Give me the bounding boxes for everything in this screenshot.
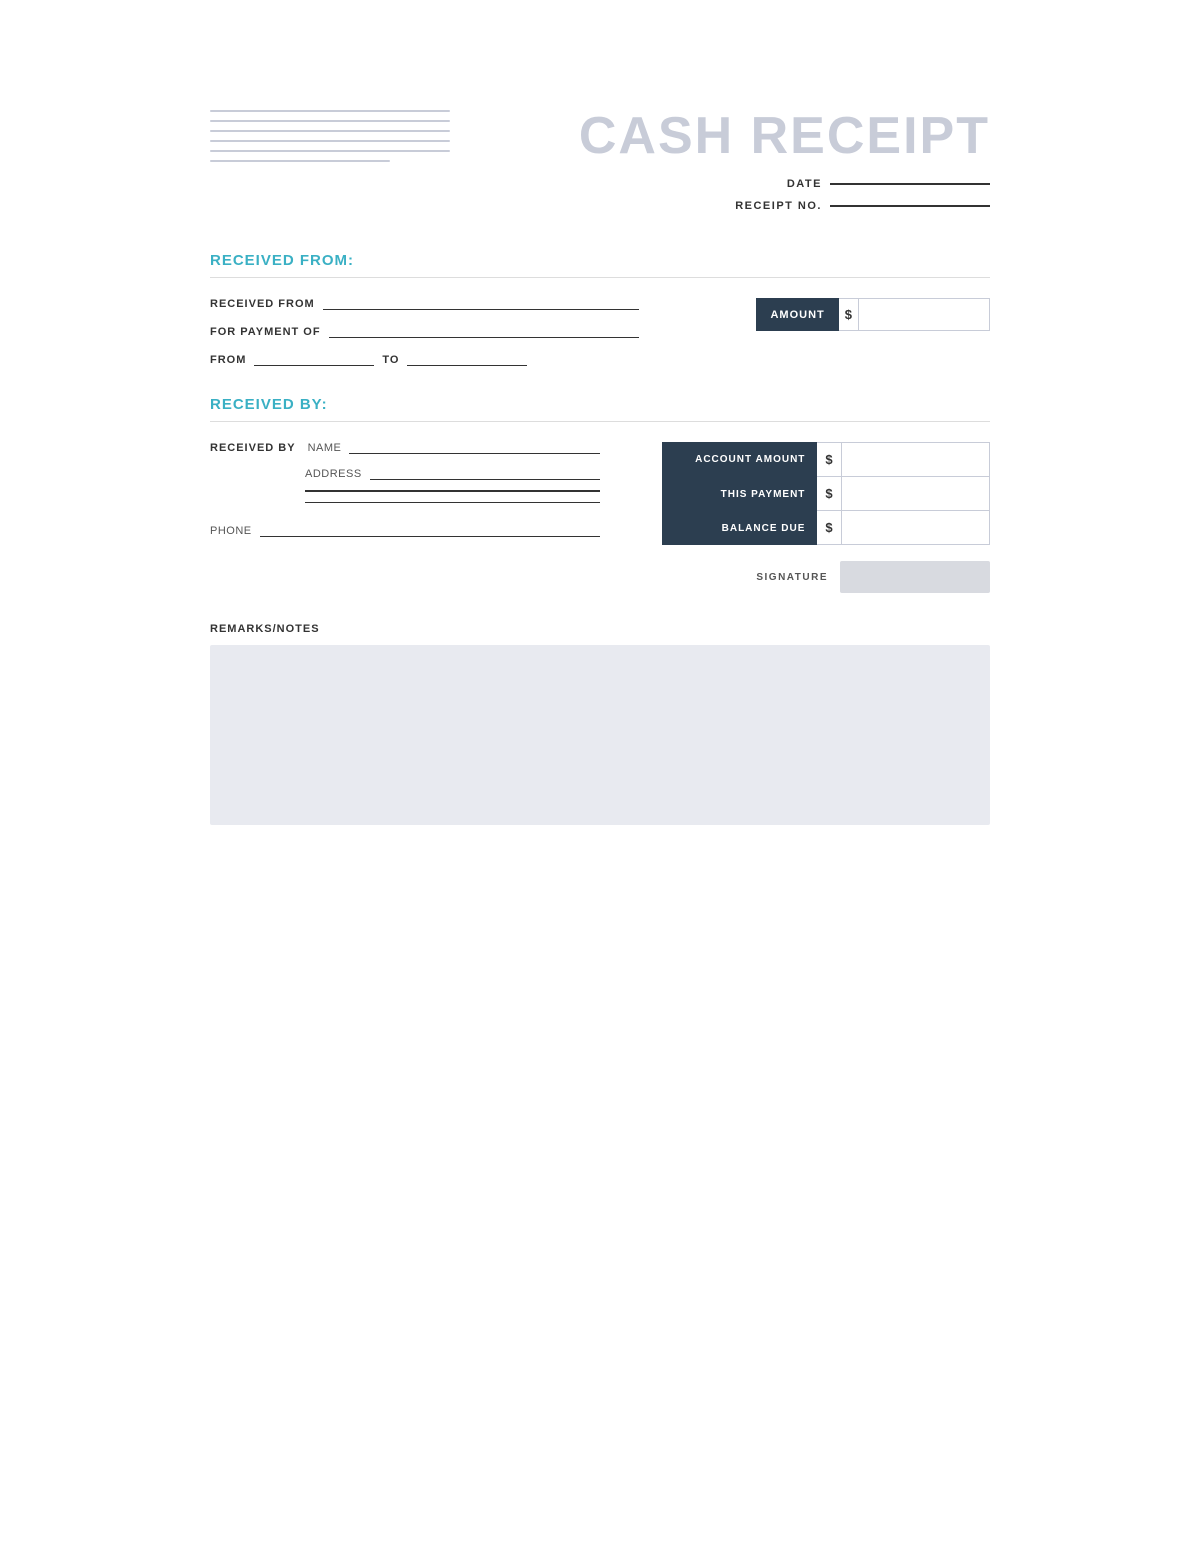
signature-row: SIGNATURE <box>662 561 990 593</box>
remarks-box[interactable] <box>210 645 990 825</box>
phone-label: PHONE <box>210 525 252 537</box>
received-from-header: RECEIVED FROM: <box>210 252 990 278</box>
received-from-field: RECEIVED FROM <box>210 298 639 310</box>
received-from-left-fields: RECEIVED FROM FOR PAYMENT OF FROM TO <box>210 298 639 366</box>
receipt-no-row: RECEIPT NO. <box>735 200 990 212</box>
date-label: DATE <box>787 178 822 190</box>
received-by-main-label: RECEIVED BY <box>210 442 296 454</box>
balance-due-value <box>842 511 990 545</box>
received-by-header: RECEIVED BY: <box>210 396 990 422</box>
received-by-title: RECEIVED BY: <box>210 396 990 422</box>
received-by-right: ACCOUNT AMOUNT $ THIS PAYMENT $ BALANCE … <box>662 442 990 593</box>
this-payment-value <box>842 477 990 511</box>
to-label: TO <box>382 354 399 366</box>
receipt-header: CASH RECEIPT DATE RECEIPT NO. <box>210 110 990 212</box>
company-line-2 <box>210 120 450 122</box>
company-line-5 <box>210 150 450 152</box>
company-info <box>210 110 450 162</box>
phone-line <box>260 536 600 538</box>
signature-label: SIGNATURE <box>756 572 828 583</box>
received-from-label: RECEIVED FROM <box>210 298 315 310</box>
balance-due-label: BALANCE DUE <box>662 511 817 545</box>
received-by-left: RECEIVED BY NAME ADDRESS <box>210 442 600 537</box>
received-by-section: RECEIVED BY: RECEIVED BY NAME ADDRESS <box>210 396 990 593</box>
date-line <box>830 183 990 185</box>
date-row: DATE <box>787 178 990 190</box>
to-line <box>407 365 527 367</box>
from-to-row: FROM TO <box>210 354 639 366</box>
address-row-3 <box>305 502 600 504</box>
for-payment-of-field: FOR PAYMENT OF <box>210 326 639 338</box>
for-payment-of-label: FOR PAYMENT OF <box>210 326 321 338</box>
company-line-1 <box>210 110 450 112</box>
receipt-no-line <box>830 205 990 207</box>
received-by-name-row: RECEIVED BY NAME <box>210 442 600 454</box>
company-line-4 <box>210 140 450 142</box>
amount-value-space <box>859 299 989 330</box>
account-amount-label: ACCOUNT AMOUNT <box>662 442 817 477</box>
received-from-fields: RECEIVED FROM FOR PAYMENT OF FROM TO AMO… <box>210 298 990 366</box>
name-line <box>349 453 600 455</box>
account-amount-row: ACCOUNT AMOUNT $ <box>662 442 990 477</box>
received-from-section: RECEIVED FROM: RECEIVED FROM FOR PAYMENT… <box>210 252 990 366</box>
receipt-no-label: RECEIPT NO. <box>735 200 822 212</box>
address-label: ADDRESS <box>305 468 362 480</box>
address-line-2 <box>305 490 600 492</box>
remarks-label: REMARKS/NOTES <box>210 623 990 635</box>
balance-due-currency: $ <box>817 511 841 545</box>
from-label: FROM <box>210 354 246 366</box>
cash-receipt-title: CASH RECEIPT <box>579 110 990 162</box>
date-receipt-fields: DATE RECEIPT NO. <box>735 178 990 212</box>
this-payment-label: THIS PAYMENT <box>662 477 817 511</box>
from-line <box>254 365 374 367</box>
address-line-1 <box>370 479 600 481</box>
title-date-section: CASH RECEIPT DATE RECEIPT NO. <box>579 110 990 212</box>
received-from-line <box>323 309 639 311</box>
address-row-1: ADDRESS <box>305 468 600 480</box>
received-from-title: RECEIVED FROM: <box>210 252 990 278</box>
amount-currency: $ <box>839 299 859 330</box>
address-row-2 <box>305 490 600 492</box>
company-line-6 <box>210 160 390 162</box>
for-payment-of-line <box>329 337 639 339</box>
this-payment-row: THIS PAYMENT $ <box>662 477 990 511</box>
account-amount-currency: $ <box>817 442 841 477</box>
this-payment-currency: $ <box>817 477 841 511</box>
address-lines: ADDRESS <box>305 468 600 503</box>
account-amount-value <box>842 442 990 477</box>
balance-due-row: BALANCE DUE $ <box>662 511 990 545</box>
phone-row: PHONE <box>210 525 600 537</box>
name-label: NAME <box>308 442 342 454</box>
received-by-fields: RECEIVED BY NAME ADDRESS <box>210 442 990 593</box>
amount-label: AMOUNT <box>756 298 838 331</box>
remarks-section: REMARKS/NOTES <box>210 623 990 825</box>
amount-box: AMOUNT $ <box>756 298 990 331</box>
address-line-3 <box>305 502 600 504</box>
signature-box <box>840 561 990 593</box>
company-line-3 <box>210 130 450 132</box>
